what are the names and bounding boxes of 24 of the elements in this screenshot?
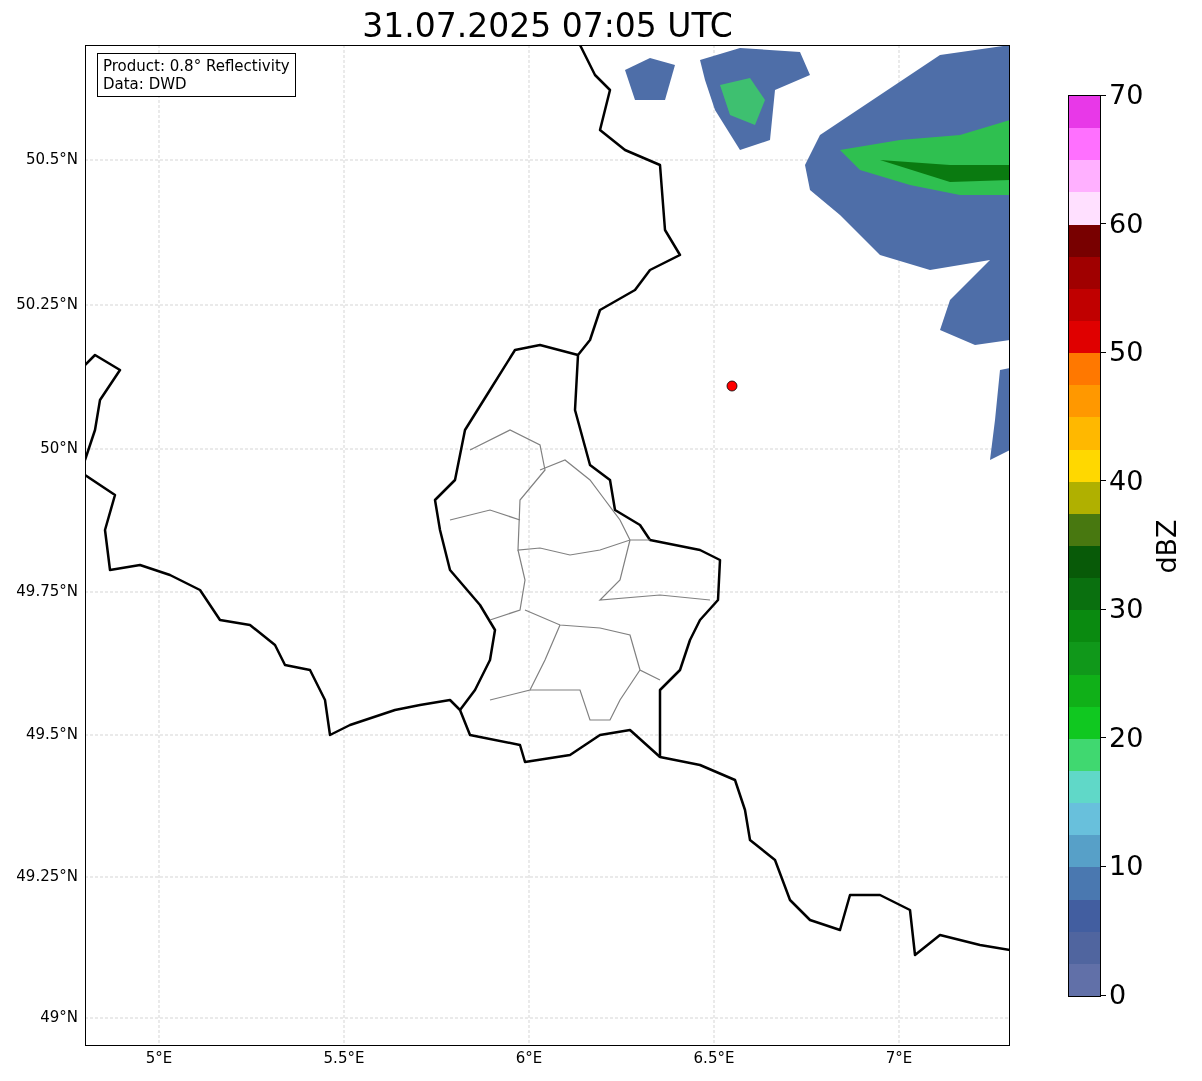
y-axis-label: 49.75°N: [16, 584, 78, 599]
colorbar-label: 60: [1109, 208, 1144, 239]
info-text: Data: DWD: [103, 75, 188, 93]
y-axis-label: 50.25°N: [16, 297, 78, 312]
x-axis-label: 5°E: [145, 1051, 173, 1066]
colorbar-label: 40: [1109, 465, 1144, 496]
x-axis-label: 7°E: [885, 1051, 913, 1066]
y-axis-label: 49°N: [40, 1010, 78, 1025]
colorbar-label: 20: [1109, 722, 1144, 753]
x-axis-label: 5.5°E: [323, 1051, 365, 1066]
chart-title: 31.07.2025 07:05 UTC: [362, 9, 733, 45]
x-axis-label: 6°E: [515, 1051, 543, 1066]
colorbar-label: 50: [1109, 337, 1144, 368]
info-text: Product: 0.8° Reflectivity: [103, 57, 290, 75]
colorbar-label: 10: [1109, 851, 1144, 882]
y-axis-label: 49.25°N: [16, 869, 78, 884]
colorbar-label: 70: [1109, 80, 1144, 110]
y-axis-label: 50.5°N: [25, 152, 78, 167]
colorbar-label: 30: [1109, 594, 1144, 625]
colorbar-title: dBZ: [1152, 518, 1180, 574]
y-axis-label: 50°N: [40, 441, 78, 456]
x-axis-label: 6.5°E: [693, 1051, 735, 1066]
y-axis-label: 49.5°N: [25, 727, 78, 742]
colorbar-label: 0: [1109, 980, 1127, 1010]
